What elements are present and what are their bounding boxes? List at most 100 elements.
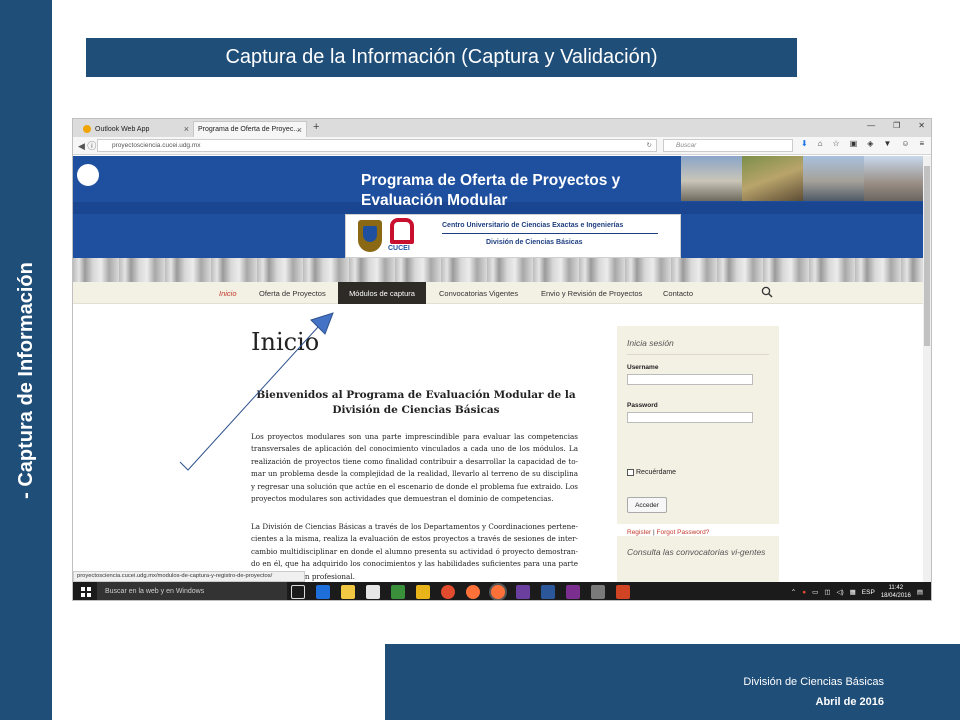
back-icon[interactable]: ◀ ⓘ: [78, 139, 96, 152]
login-widget: Inicia sesión Username Password Recuérda…: [617, 326, 779, 536]
slide-footer: División de Ciencias Básicas Abril de 20…: [385, 644, 960, 720]
powerpoint-icon[interactable]: [616, 585, 630, 599]
cucei-logo-icon: [390, 218, 414, 244]
taskbar-apps: [291, 585, 630, 599]
cucei-logo-label: CUCEI: [388, 245, 410, 252]
menu-item-contacto[interactable]: Contacto: [657, 282, 699, 304]
chrome-icon[interactable]: [441, 585, 455, 599]
welcome-heading: Bienvenidos al Programa de Evaluación Mo…: [256, 389, 576, 416]
tab-label: Programa de Oferta de Proyec...: [198, 126, 300, 133]
taskbar-search-input[interactable]: Buscar en la web y en Windows: [97, 582, 287, 600]
page-title: Inicio: [251, 328, 320, 356]
antivirus-icon[interactable]: ●: [802, 589, 806, 596]
system-tray: ⌃ ● ▭ ◫ ◁) ▦ ESP 11:42 18/04/2016 ▤: [791, 584, 923, 600]
firefox-icon[interactable]: [466, 585, 480, 599]
link-status-bar: proyectosciencia.cucei.udg.mx/modulos-de…: [73, 571, 305, 582]
center-name: Centro Universitario de Ciencias Exactas…: [442, 222, 624, 229]
pocket-icon[interactable]: ▼: [883, 139, 891, 148]
login-links: Register | Forgot Password?: [627, 529, 709, 536]
close-icon[interactable]: ×: [297, 125, 302, 135]
app-icon[interactable]: [516, 585, 530, 599]
shield-toolbar-icon[interactable]: ◈: [867, 139, 873, 148]
search-placeholder: Buscar: [676, 142, 697, 149]
password-input[interactable]: [627, 412, 753, 423]
forgot-password-link[interactable]: Forgot Password?: [657, 529, 710, 536]
campus-photo: [803, 156, 864, 201]
tab-outlook[interactable]: Outlook Web App ×: [79, 121, 193, 137]
banner-title-line1: Programa de Oferta de Proyectos y: [361, 172, 621, 189]
campus-photo: [864, 156, 925, 201]
url-bar[interactable]: proyectosciencia.cucei.udg.mx ↻: [97, 139, 657, 152]
scrollbar-thumb[interactable]: [924, 166, 930, 346]
volume-icon[interactable]: ◁): [836, 588, 843, 596]
notifications-icon[interactable]: ▤: [917, 588, 923, 596]
tab-programa[interactable]: Programa de Oferta de Proyec... ×: [193, 121, 307, 137]
close-window-icon[interactable]: ✕: [918, 121, 925, 130]
convocatorias-title[interactable]: Consulta las convocatorias vi-gentes: [627, 546, 767, 559]
menu-item-modulos[interactable]: Módulos de captura: [338, 282, 426, 304]
toolbar-icons: ⬇ ⌂ ☆ ▣ ◈ ▼ ☺ ≡: [801, 139, 924, 148]
paint-icon[interactable]: [591, 585, 605, 599]
network-icon[interactable]: ◫: [824, 588, 830, 596]
menu-item-envio[interactable]: Envio y Revisión de Proyectos: [535, 282, 648, 304]
search-icon[interactable]: [761, 286, 773, 298]
login-title: Inicia sesión: [627, 338, 674, 348]
link-separator: |: [653, 529, 655, 536]
campus-photo: [681, 156, 742, 201]
keyboard-icon[interactable]: ▦: [850, 588, 856, 596]
cucei-header-box: CUCEI Centro Universitario de Ciencias E…: [345, 214, 681, 258]
password-label: Password: [627, 402, 658, 409]
menu-item-convocatorias[interactable]: Convocatorias Vigentes: [433, 282, 524, 304]
firefox-active-icon[interactable]: [491, 585, 505, 599]
minimize-icon[interactable]: —: [867, 121, 875, 130]
smiley-icon[interactable]: ☺: [901, 139, 909, 148]
left-side-bar: - Captura de Información: [0, 0, 52, 720]
clipboard-icon[interactable]: ▣: [850, 139, 858, 148]
outlook-icon: [83, 125, 91, 133]
page-scrollbar[interactable]: [923, 156, 931, 582]
close-icon[interactable]: ×: [184, 124, 189, 134]
window-controls: — ❐ ✕: [867, 121, 925, 130]
new-tab-button[interactable]: +: [313, 121, 319, 133]
register-link[interactable]: Register: [627, 529, 651, 536]
browser-search-input[interactable]: Buscar: [663, 139, 793, 152]
slide-title: Captura de la Información (Captura y Val…: [86, 38, 797, 77]
menu-item-oferta[interactable]: Oferta de Proyectos: [253, 282, 332, 304]
reload-icon[interactable]: ↻: [647, 140, 652, 151]
message-icon[interactable]: ▭: [812, 588, 818, 596]
remember-checkbox[interactable]: [627, 469, 634, 476]
tab-bar: Outlook Web App × Programa de Oferta de …: [73, 119, 931, 137]
nav-bar: ◀ ⓘ proyectosciencia.cucei.udg.mx ↻ Busc…: [73, 137, 931, 155]
media-icon[interactable]: [391, 585, 405, 599]
edge-icon[interactable]: [316, 585, 330, 599]
remember-me[interactable]: Recuérdame: [627, 469, 676, 476]
bookmark-star-icon[interactable]: ☆: [833, 139, 840, 148]
onenote-icon[interactable]: [566, 585, 580, 599]
username-input[interactable]: [627, 374, 753, 385]
tray-up-icon[interactable]: ⌃: [791, 588, 796, 596]
site-banner: Programa de Oferta de Proyectos y Evalua…: [73, 156, 925, 258]
home-icon[interactable]: ⌂: [818, 139, 823, 148]
side-label: - Captura de Información: [14, 261, 37, 499]
browser-screenshot: Outlook Web App × Programa de Oferta de …: [72, 118, 932, 601]
clock[interactable]: 11:42 18/04/2016: [881, 584, 911, 600]
convocatorias-widget: Consulta las convocatorias vi-gentes: [617, 536, 779, 582]
clock-time: 11:42: [888, 585, 904, 591]
clock-date: 18/04/2016: [880, 593, 911, 599]
hamburger-menu-icon[interactable]: ≡: [920, 139, 925, 148]
download-icon[interactable]: ⬇: [801, 139, 808, 148]
language-indicator[interactable]: ESP: [862, 589, 875, 596]
division-name: División de Ciencias Básicas: [486, 239, 583, 246]
tab-label: Outlook Web App: [95, 125, 150, 133]
menu-item-inicio[interactable]: Inicio: [213, 282, 243, 304]
word-icon[interactable]: [541, 585, 555, 599]
maximize-icon[interactable]: ❐: [893, 121, 900, 130]
file-explorer-icon[interactable]: [341, 585, 355, 599]
taskbar-search-placeholder: Buscar en la web y en Windows: [105, 588, 205, 595]
task-view-icon[interactable]: [291, 585, 305, 599]
photos-icon[interactable]: [416, 585, 430, 599]
store-icon[interactable]: [366, 585, 380, 599]
windows-start-icon[interactable]: [81, 587, 91, 597]
intro-paragraph: Los proyectos modulares son una parte im…: [251, 432, 578, 504]
login-button[interactable]: Acceder: [627, 497, 667, 513]
